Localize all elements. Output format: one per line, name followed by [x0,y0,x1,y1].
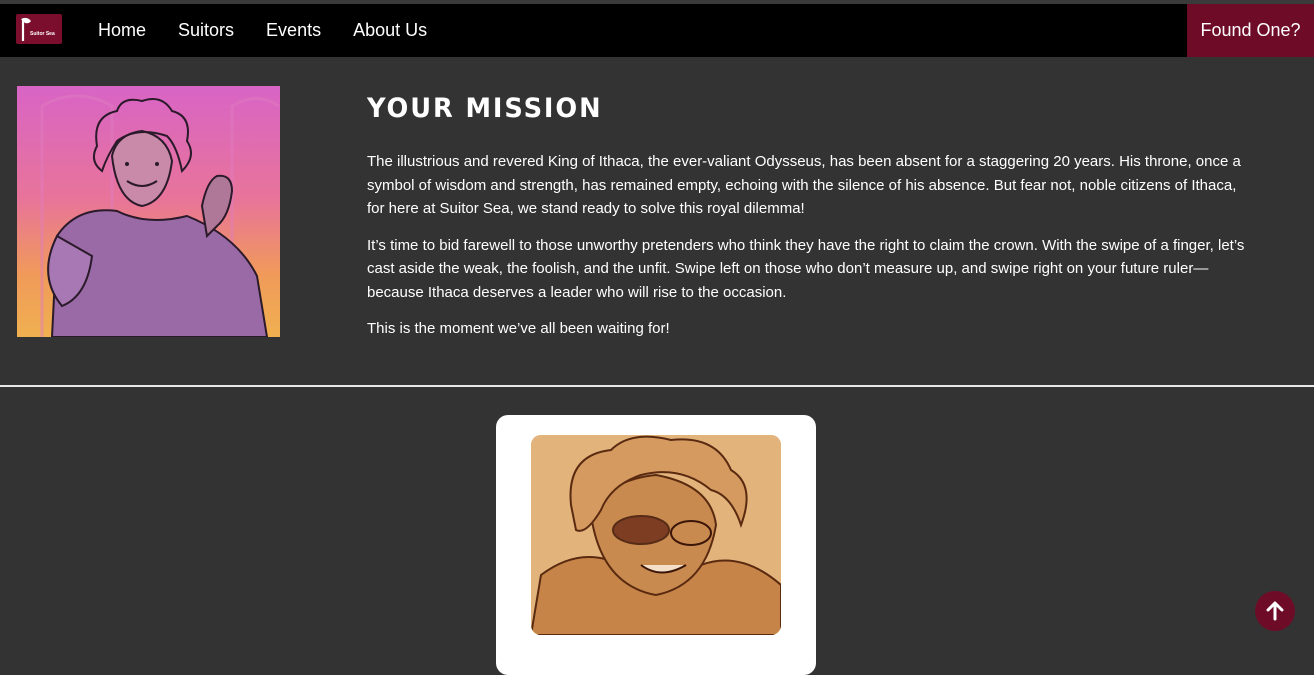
site-logo[interactable]: Suitor Sea [16,14,62,44]
mission-title: YOUR MISSION [367,93,603,124]
suitor-portrait [531,435,781,635]
mission-paragraph: This is the moment we’ve all been waitin… [367,320,670,337]
mission-paragraph: The illustrious and revered King of Itha… [367,153,1241,217]
logo-text: Suitor Sea [30,31,55,37]
scroll-to-top-button[interactable] [1255,591,1295,631]
nav-events[interactable]: Events [266,20,321,41]
mission-paragraph: It’s time to bid farewell to those unwor… [367,236,1245,301]
nav-home[interactable]: Home [98,20,146,41]
nav-suitors[interactable]: Suitors [178,20,234,41]
suitor-card[interactable] [496,415,816,675]
axe-icon [21,17,31,41]
hero-illustration [17,86,280,337]
nav-about-us[interactable]: About Us [353,20,427,41]
section-divider [0,385,1314,387]
nav-links: Home Suitors Events About Us [98,4,459,57]
mission-body: The illustrious and revered King of Itha… [367,150,1247,354]
navbar: Suitor Sea Home Suitors Events About Us … [0,4,1314,57]
found-one-button[interactable]: Found One? [1187,4,1314,57]
arrow-up-icon [1266,601,1284,621]
